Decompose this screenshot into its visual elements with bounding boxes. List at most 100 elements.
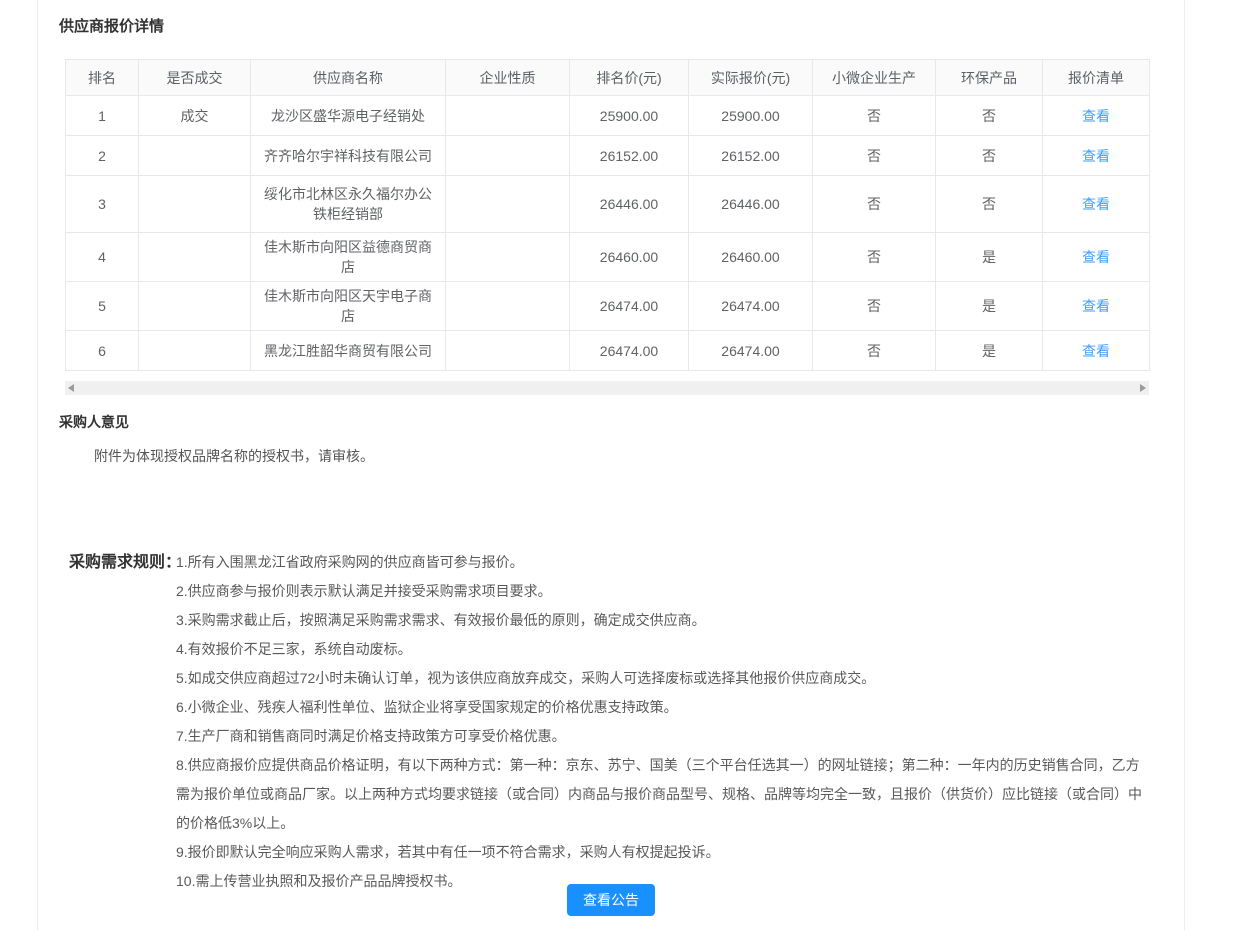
scroll-left-icon[interactable]: [68, 384, 74, 392]
cell-deal: 成交: [139, 96, 251, 136]
cell-rank: 6: [66, 331, 139, 371]
cell-supplier: 齐齐哈尔宇祥科技有限公司: [251, 136, 446, 176]
rule-item: 4.有效报价不足三家，系统自动废标。: [176, 635, 1149, 664]
cell-actual-price: 25900.00: [689, 96, 813, 136]
rule-item: 1.所有入围黑龙江省政府采购网的供应商皆可参与报价。: [176, 548, 1149, 577]
content-card: 供应商报价详情 排名 是否成交 供应商名称 企业性质 排名价(元) 实际报价(元…: [37, 0, 1185, 930]
view-quote-link[interactable]: 查看: [1082, 249, 1110, 265]
scroll-right-icon[interactable]: [1140, 384, 1146, 392]
table-row: 2 齐齐哈尔宇祥科技有限公司 26152.00 26152.00 否 否 查看: [66, 136, 1150, 176]
cell-green: 否: [936, 96, 1043, 136]
view-quote-link[interactable]: 查看: [1082, 108, 1110, 124]
cell-nature: [446, 331, 570, 371]
cell-actual-price: 26446.00: [689, 176, 813, 233]
cell-actual-price: 26152.00: [689, 136, 813, 176]
view-announcement-button[interactable]: 查看公告: [567, 884, 655, 916]
cell-rank-price: 26474.00: [570, 331, 689, 371]
table-header-row: 排名 是否成交 供应商名称 企业性质 排名价(元) 实际报价(元) 小微企业生产…: [66, 60, 1150, 96]
cell-rank-price: 26460.00: [570, 233, 689, 282]
cell-actual-price: 26474.00: [689, 282, 813, 331]
table-row: 3 绥化市北林区永久福尔办公铁柜经销部 26446.00 26446.00 否 …: [66, 176, 1150, 233]
table-row: 1 成交 龙沙区盛华源电子经销处 25900.00 25900.00 否 否 查…: [66, 96, 1150, 136]
cell-supplier: 龙沙区盛华源电子经销处: [251, 96, 446, 136]
horizontal-scrollbar[interactable]: [65, 381, 1149, 395]
quote-details-title: 供应商报价详情: [38, 0, 1184, 36]
cell-rank-price: 26446.00: [570, 176, 689, 233]
cell-nature: [446, 176, 570, 233]
rule-item: 5.如成交供应商超过72小时未确认订单，视为该供应商放弃成交，采购人可选择废标或…: [176, 664, 1149, 693]
purchaser-opinion-title: 采购人意见: [38, 412, 1184, 432]
cell-green: 是: [936, 331, 1043, 371]
col-header-supplier: 供应商名称: [251, 60, 446, 96]
col-header-deal: 是否成交: [139, 60, 251, 96]
purchaser-opinion-section: 采购人意见 附件为体现授权品牌名称的授权书，请审核。: [38, 412, 1184, 466]
table-row: 6 黑龙江胜韶华商贸有限公司 26474.00 26474.00 否 是 查看: [66, 331, 1150, 371]
procurement-rules-list: 1.所有入围黑龙江省政府采购网的供应商皆可参与报价。 2.供应商参与报价则表示默…: [176, 548, 1149, 896]
cell-supplier: 黑龙江胜韶华商贸有限公司: [251, 331, 446, 371]
rule-item: 2.供应商参与报价则表示默认满足并接受采购需求项目要求。: [176, 577, 1149, 606]
cell-action: 查看: [1043, 331, 1150, 371]
rule-item: 9.报价即默认完全响应采购人需求，若其中有任一项不符合需求，采购人有权提起投诉。: [176, 838, 1149, 867]
quote-table-wrap: 排名 是否成交 供应商名称 企业性质 排名价(元) 实际报价(元) 小微企业生产…: [65, 59, 1149, 371]
cell-actual-price: 26474.00: [689, 331, 813, 371]
cell-supplier: 佳木斯市向阳区益德商贸商店: [251, 233, 446, 282]
cell-rank-price: 25900.00: [570, 96, 689, 136]
cell-rank: 4: [66, 233, 139, 282]
cell-deal: [139, 282, 251, 331]
procurement-rules-label: 采购需求规则：: [69, 548, 176, 896]
cell-small-micro: 否: [813, 233, 936, 282]
cell-nature: [446, 96, 570, 136]
view-quote-link[interactable]: 查看: [1082, 148, 1110, 164]
table-row: 5 佳木斯市向阳区天宇电子商店 26474.00 26474.00 否 是 查看: [66, 282, 1150, 331]
cell-green: 是: [936, 233, 1043, 282]
cell-action: 查看: [1043, 176, 1150, 233]
table-row: 4 佳木斯市向阳区益德商贸商店 26460.00 26460.00 否 是 查看: [66, 233, 1150, 282]
purchaser-opinion-content: 附件为体现授权品牌名称的授权书，请审核。: [38, 446, 1184, 466]
procurement-rules-section: 采购需求规则： 1.所有入围黑龙江省政府采购网的供应商皆可参与报价。 2.供应商…: [69, 548, 1186, 896]
view-quote-link[interactable]: 查看: [1082, 298, 1110, 314]
col-header-nature: 企业性质: [446, 60, 570, 96]
cell-actual-price: 26460.00: [689, 233, 813, 282]
rule-item: 7.生产厂商和销售商同时满足价格支持政策方可享受价格优惠。: [176, 722, 1149, 751]
col-header-small-micro: 小微企业生产: [813, 60, 936, 96]
cell-rank: 5: [66, 282, 139, 331]
cell-action: 查看: [1043, 96, 1150, 136]
cell-action: 查看: [1043, 282, 1150, 331]
col-header-green: 环保产品: [936, 60, 1043, 96]
cell-green: 是: [936, 282, 1043, 331]
cell-action: 查看: [1043, 233, 1150, 282]
cell-nature: [446, 282, 570, 331]
cell-action: 查看: [1043, 136, 1150, 176]
cell-deal: [139, 176, 251, 233]
col-header-actual-price: 实际报价(元): [689, 60, 813, 96]
cell-nature: [446, 233, 570, 282]
cell-rank: 3: [66, 176, 139, 233]
cell-small-micro: 否: [813, 282, 936, 331]
col-header-action: 报价清单: [1043, 60, 1150, 96]
view-quote-link[interactable]: 查看: [1082, 196, 1110, 212]
cell-small-micro: 否: [813, 136, 936, 176]
footer-actions: 查看公告: [38, 884, 1184, 916]
cell-rank-price: 26474.00: [570, 282, 689, 331]
col-header-rank: 排名: [66, 60, 139, 96]
cell-small-micro: 否: [813, 176, 936, 233]
cell-deal: [139, 136, 251, 176]
cell-rank: 2: [66, 136, 139, 176]
cell-rank: 1: [66, 96, 139, 136]
cell-deal: [139, 331, 251, 371]
cell-rank-price: 26152.00: [570, 136, 689, 176]
cell-small-micro: 否: [813, 96, 936, 136]
cell-green: 否: [936, 176, 1043, 233]
rule-item: 8.供应商报价应提供商品价格证明，有以下两种方式：第一种：京东、苏宁、国美（三个…: [176, 751, 1149, 838]
rule-item: 3.采购需求截止后，按照满足采购需求需求、有效报价最低的原则，确定成交供应商。: [176, 606, 1149, 635]
rule-item: 6.小微企业、残疾人福利性单位、监狱企业将享受国家规定的价格优惠支持政策。: [176, 693, 1149, 722]
cell-deal: [139, 233, 251, 282]
view-quote-link[interactable]: 查看: [1082, 343, 1110, 359]
cell-nature: [446, 136, 570, 176]
quote-table: 排名 是否成交 供应商名称 企业性质 排名价(元) 实际报价(元) 小微企业生产…: [65, 59, 1150, 371]
cell-supplier: 绥化市北林区永久福尔办公铁柜经销部: [251, 176, 446, 233]
cell-green: 否: [936, 136, 1043, 176]
cell-supplier: 佳木斯市向阳区天宇电子商店: [251, 282, 446, 331]
cell-small-micro: 否: [813, 331, 936, 371]
col-header-rank-price: 排名价(元): [570, 60, 689, 96]
